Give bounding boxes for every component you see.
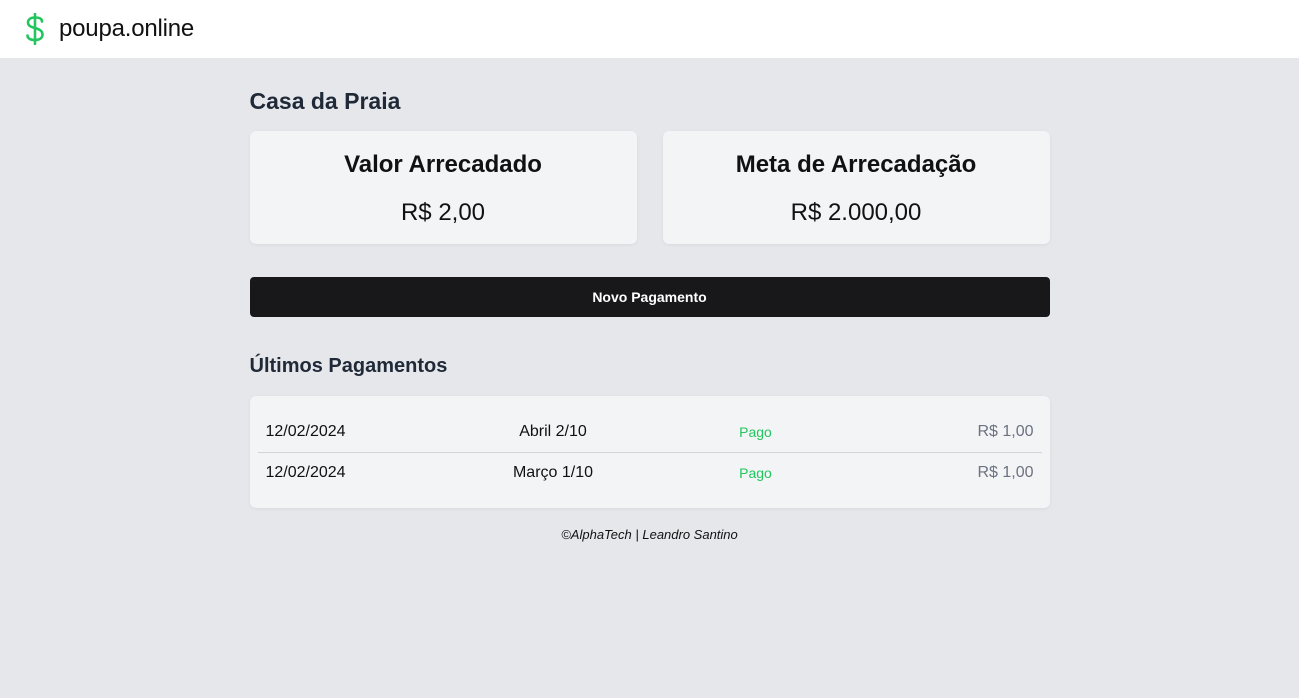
collected-card-title: Valor Arrecadado [344,151,542,178]
dollar-icon[interactable] [24,13,46,45]
payment-date: 12/02/2024 [265,423,346,440]
payment-description: Março 1/10 [512,464,594,481]
collected-card: Valor Arrecadado R$ 2,00 [249,131,637,244]
main-content: Casa da Praia Valor Arrecadado R$ 2,00 M… [249,58,1050,542]
collected-card-value: R$ 2,00 [400,199,486,226]
payment-row: 12/02/2024 Março 1/10 Pago R$ 1,00 [257,452,1042,493]
payment-amount: R$ 1,00 [977,423,1034,440]
dollar-icon-graphic [26,13,44,45]
payment-status-badge: Pago [739,465,772,481]
new-payment-button[interactable]: Novo Pagamento [249,277,1050,317]
payments-section-title: Últimos Pagamentos [249,355,448,377]
summary-cards: Valor Arrecadado R$ 2,00 Meta de Arrecad… [249,131,1050,244]
goal-card-title: Meta de Arrecadação [735,151,977,178]
payment-amount: R$ 1,00 [977,464,1034,481]
goal-card-value: R$ 2.000,00 [790,199,922,226]
page-title: Casa da Praia [249,88,401,114]
payment-description: Abril 2/10 [519,423,587,440]
footer-credits: ©AlphaTech | Leandro Santino [561,527,738,542]
payment-date: 12/02/2024 [265,464,346,481]
payment-status-badge: Pago [739,424,772,440]
payments-list: 12/02/2024 Abril 2/10 Pago R$ 1,00 12/02… [249,396,1050,508]
app-name[interactable]: poupa.online [59,15,194,43]
goal-card: Meta de Arrecadação R$ 2.000,00 [662,131,1050,244]
app-header: poupa.online [0,0,1299,58]
payment-row: 12/02/2024 Abril 2/10 Pago R$ 1,00 [258,412,1042,452]
